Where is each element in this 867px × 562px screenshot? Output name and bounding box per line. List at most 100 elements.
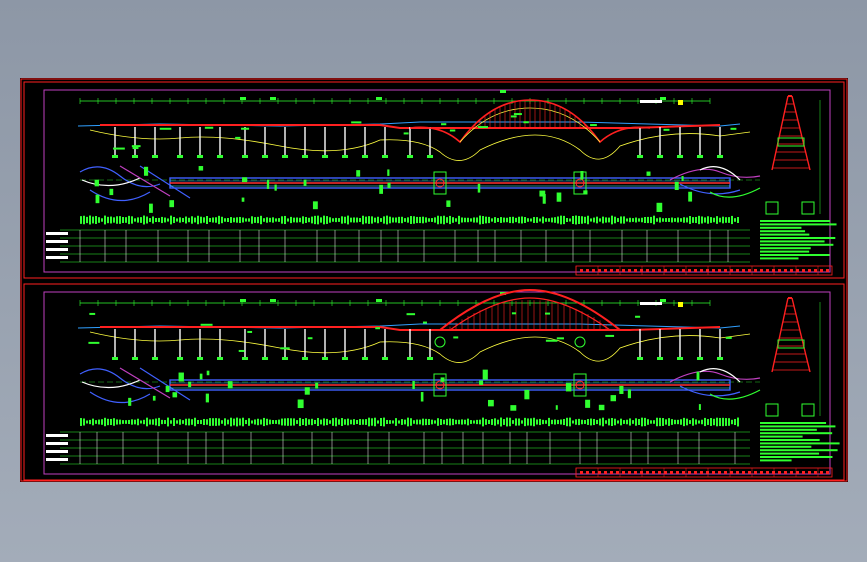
table-label-cell [503, 217, 505, 223]
data-table-grid [46, 215, 750, 263]
title-block-text [580, 471, 583, 474]
table-label-cell [695, 419, 697, 425]
title-block-text [802, 269, 805, 272]
plan-annotation [698, 404, 701, 410]
note-line [760, 432, 833, 435]
table-label-cell [101, 218, 103, 222]
tower-footing [765, 403, 779, 417]
note-line [760, 459, 792, 462]
table-label-cell [212, 418, 214, 426]
table-label-cell [530, 418, 532, 426]
main-arch [434, 288, 621, 348]
table-label-cell [416, 216, 418, 224]
table-label-cell [287, 218, 289, 222]
plan-annotation [510, 405, 517, 411]
plan-annotation [681, 176, 684, 181]
table-label-cell [476, 419, 478, 425]
table-label-cell [629, 418, 631, 426]
title-block-text [640, 269, 643, 272]
table-label-cell [446, 217, 448, 223]
table-label-cell [158, 417, 160, 427]
plan-annotation [487, 399, 494, 407]
table-label-cell [605, 420, 607, 424]
table-label-cell [98, 419, 100, 425]
table-row-header [46, 442, 68, 445]
arch-foundation [574, 336, 586, 348]
table-label-cell [434, 217, 436, 223]
elevation-annotation [375, 327, 381, 330]
table-label-cell [383, 216, 385, 224]
table-label-cell [194, 417, 196, 427]
table-label-cell [647, 419, 649, 425]
table-label-cell [482, 216, 484, 224]
table-label-cell [344, 216, 346, 224]
pier-footing [112, 357, 118, 360]
table-label-cell [644, 417, 646, 427]
table-label-cell [83, 418, 85, 426]
table-label-cell [662, 218, 664, 222]
table-label-cell [725, 418, 727, 426]
table-label-cell [710, 217, 712, 223]
table-label-cell [398, 216, 400, 224]
table-label-cell [395, 418, 397, 426]
pier-footing [677, 357, 683, 360]
plan-annotation [266, 179, 270, 189]
pier-footing [637, 155, 643, 158]
cad-viewport[interactable] [20, 78, 848, 482]
table-label-cell [452, 418, 454, 426]
table-label-cell [611, 215, 613, 225]
table-label-cell [500, 217, 502, 223]
pier-footing [242, 155, 248, 158]
title-block-text [760, 471, 763, 474]
note-line [760, 220, 830, 222]
table-label-cell [413, 216, 415, 224]
table-label-cell [440, 216, 442, 224]
table-label-cell [401, 216, 403, 224]
table-label-cell [704, 417, 706, 427]
table-label-cell [368, 417, 370, 427]
dimension-label-mark [270, 97, 276, 100]
table-label-cell [734, 418, 736, 426]
plan-annotation [199, 373, 203, 380]
title-block-text [682, 269, 685, 272]
title-block-text [652, 269, 655, 272]
title-block-text [778, 471, 781, 474]
table-label-cell [215, 418, 217, 426]
table-label-cell [254, 217, 256, 223]
table-label-cell [461, 217, 463, 223]
pier-footing [427, 357, 433, 360]
title-block-text [682, 471, 685, 474]
title-block-text [796, 471, 799, 474]
table-label-cell [635, 217, 637, 223]
table-label-cell [527, 218, 529, 222]
ground-line [89, 129, 751, 161]
elevation-annotation [545, 339, 558, 342]
elevation-annotation [88, 341, 100, 344]
table-label-cell [278, 218, 280, 222]
table-label-cell [122, 420, 124, 424]
plan-annotation [482, 369, 488, 380]
table-label-cell [137, 418, 139, 426]
table-label-cell [668, 418, 670, 426]
title-block-text [700, 269, 703, 272]
plan-annotation [206, 370, 210, 376]
table-label-cell [542, 216, 544, 224]
note-line [760, 449, 838, 452]
elevation-marker [678, 100, 683, 105]
table-label-cell [380, 218, 382, 222]
table-label-cell [365, 216, 367, 224]
table-label-cell [455, 218, 457, 222]
plan-annotation [696, 371, 700, 381]
table-label-cell [539, 218, 541, 222]
table-row-header [46, 458, 68, 461]
table-label-cell [164, 420, 166, 424]
title-block-text [790, 471, 793, 474]
table-label-cell [212, 217, 214, 223]
table-label-cell [692, 418, 694, 426]
table-label-cell [512, 420, 514, 424]
elevation-annotation [131, 145, 141, 148]
plan-annotation [169, 200, 175, 208]
table-label-cell [683, 217, 685, 223]
table-label-cell [326, 216, 328, 224]
table-label-cell [320, 217, 322, 223]
